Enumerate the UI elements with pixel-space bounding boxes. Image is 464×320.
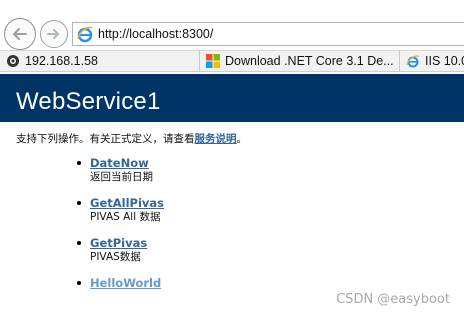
page-title: WebService1 [16, 88, 161, 115]
favorite-label: 192.168.1.58 [25, 54, 98, 68]
operation-link-getpivas[interactable]: GetPivas [90, 237, 375, 250]
forward-button[interactable] [40, 20, 68, 48]
list-item: GetPivas PIVAS数据 [75, 237, 375, 277]
page-header: WebService1 [0, 74, 464, 122]
operation-description: PIVAS All 数据 [90, 211, 161, 223]
ie-icon [406, 55, 420, 68]
intro-text: 支持下列操作。有关正式定义，请查看服务说明。 [16, 131, 247, 146]
intro-end: 。 [236, 133, 248, 145]
favorite-item-dotnet[interactable]: Download .NET Core 3.1 De... [200, 50, 400, 72]
address-url: http://localhost:8300/ [98, 27, 214, 41]
favorite-label: Download .NET Core 3.1 De... [225, 54, 394, 68]
list-item: DateNow 返回当前日期 [75, 157, 375, 197]
browser-toolbar: http://localhost:8300/ [0, 0, 464, 50]
globe-icon [7, 55, 19, 67]
operations-list: DateNow 返回当前日期 GetAllPivas PIVAS All 数据 … [75, 157, 375, 317]
address-bar[interactable]: http://localhost:8300/ [72, 22, 464, 46]
back-button[interactable] [4, 18, 36, 50]
back-arrow-icon [13, 28, 27, 40]
operation-link-datenow[interactable]: DateNow [90, 157, 375, 170]
list-item: HelloWorld [75, 277, 375, 317]
forward-arrow-icon [47, 29, 59, 39]
microsoft-logo-icon [206, 54, 220, 68]
list-item: GetAllPivas PIVAS All 数据 [75, 197, 375, 237]
favorites-bar: 192.168.1.58 Download .NET Core 3.1 De..… [0, 50, 464, 72]
watermark: CSDN @easyboot [336, 292, 450, 307]
operation-link-getallpivas[interactable]: GetAllPivas [90, 197, 375, 210]
intro-label: 支持下列操作。有关正式定义，请查看 [16, 133, 195, 145]
operation-link-helloworld[interactable]: HelloWorld [90, 277, 375, 290]
favorite-label: IIS 10.0 [425, 54, 464, 68]
service-description-link[interactable]: 服务说明 [195, 133, 237, 145]
operation-description: PIVAS数据 [90, 251, 141, 263]
ie-icon [76, 25, 94, 43]
operation-description: 返回当前日期 [90, 171, 153, 183]
favorite-item-ip[interactable]: 192.168.1.58 [0, 50, 200, 72]
favorite-item-iis[interactable]: IIS 10.0 [400, 50, 464, 72]
